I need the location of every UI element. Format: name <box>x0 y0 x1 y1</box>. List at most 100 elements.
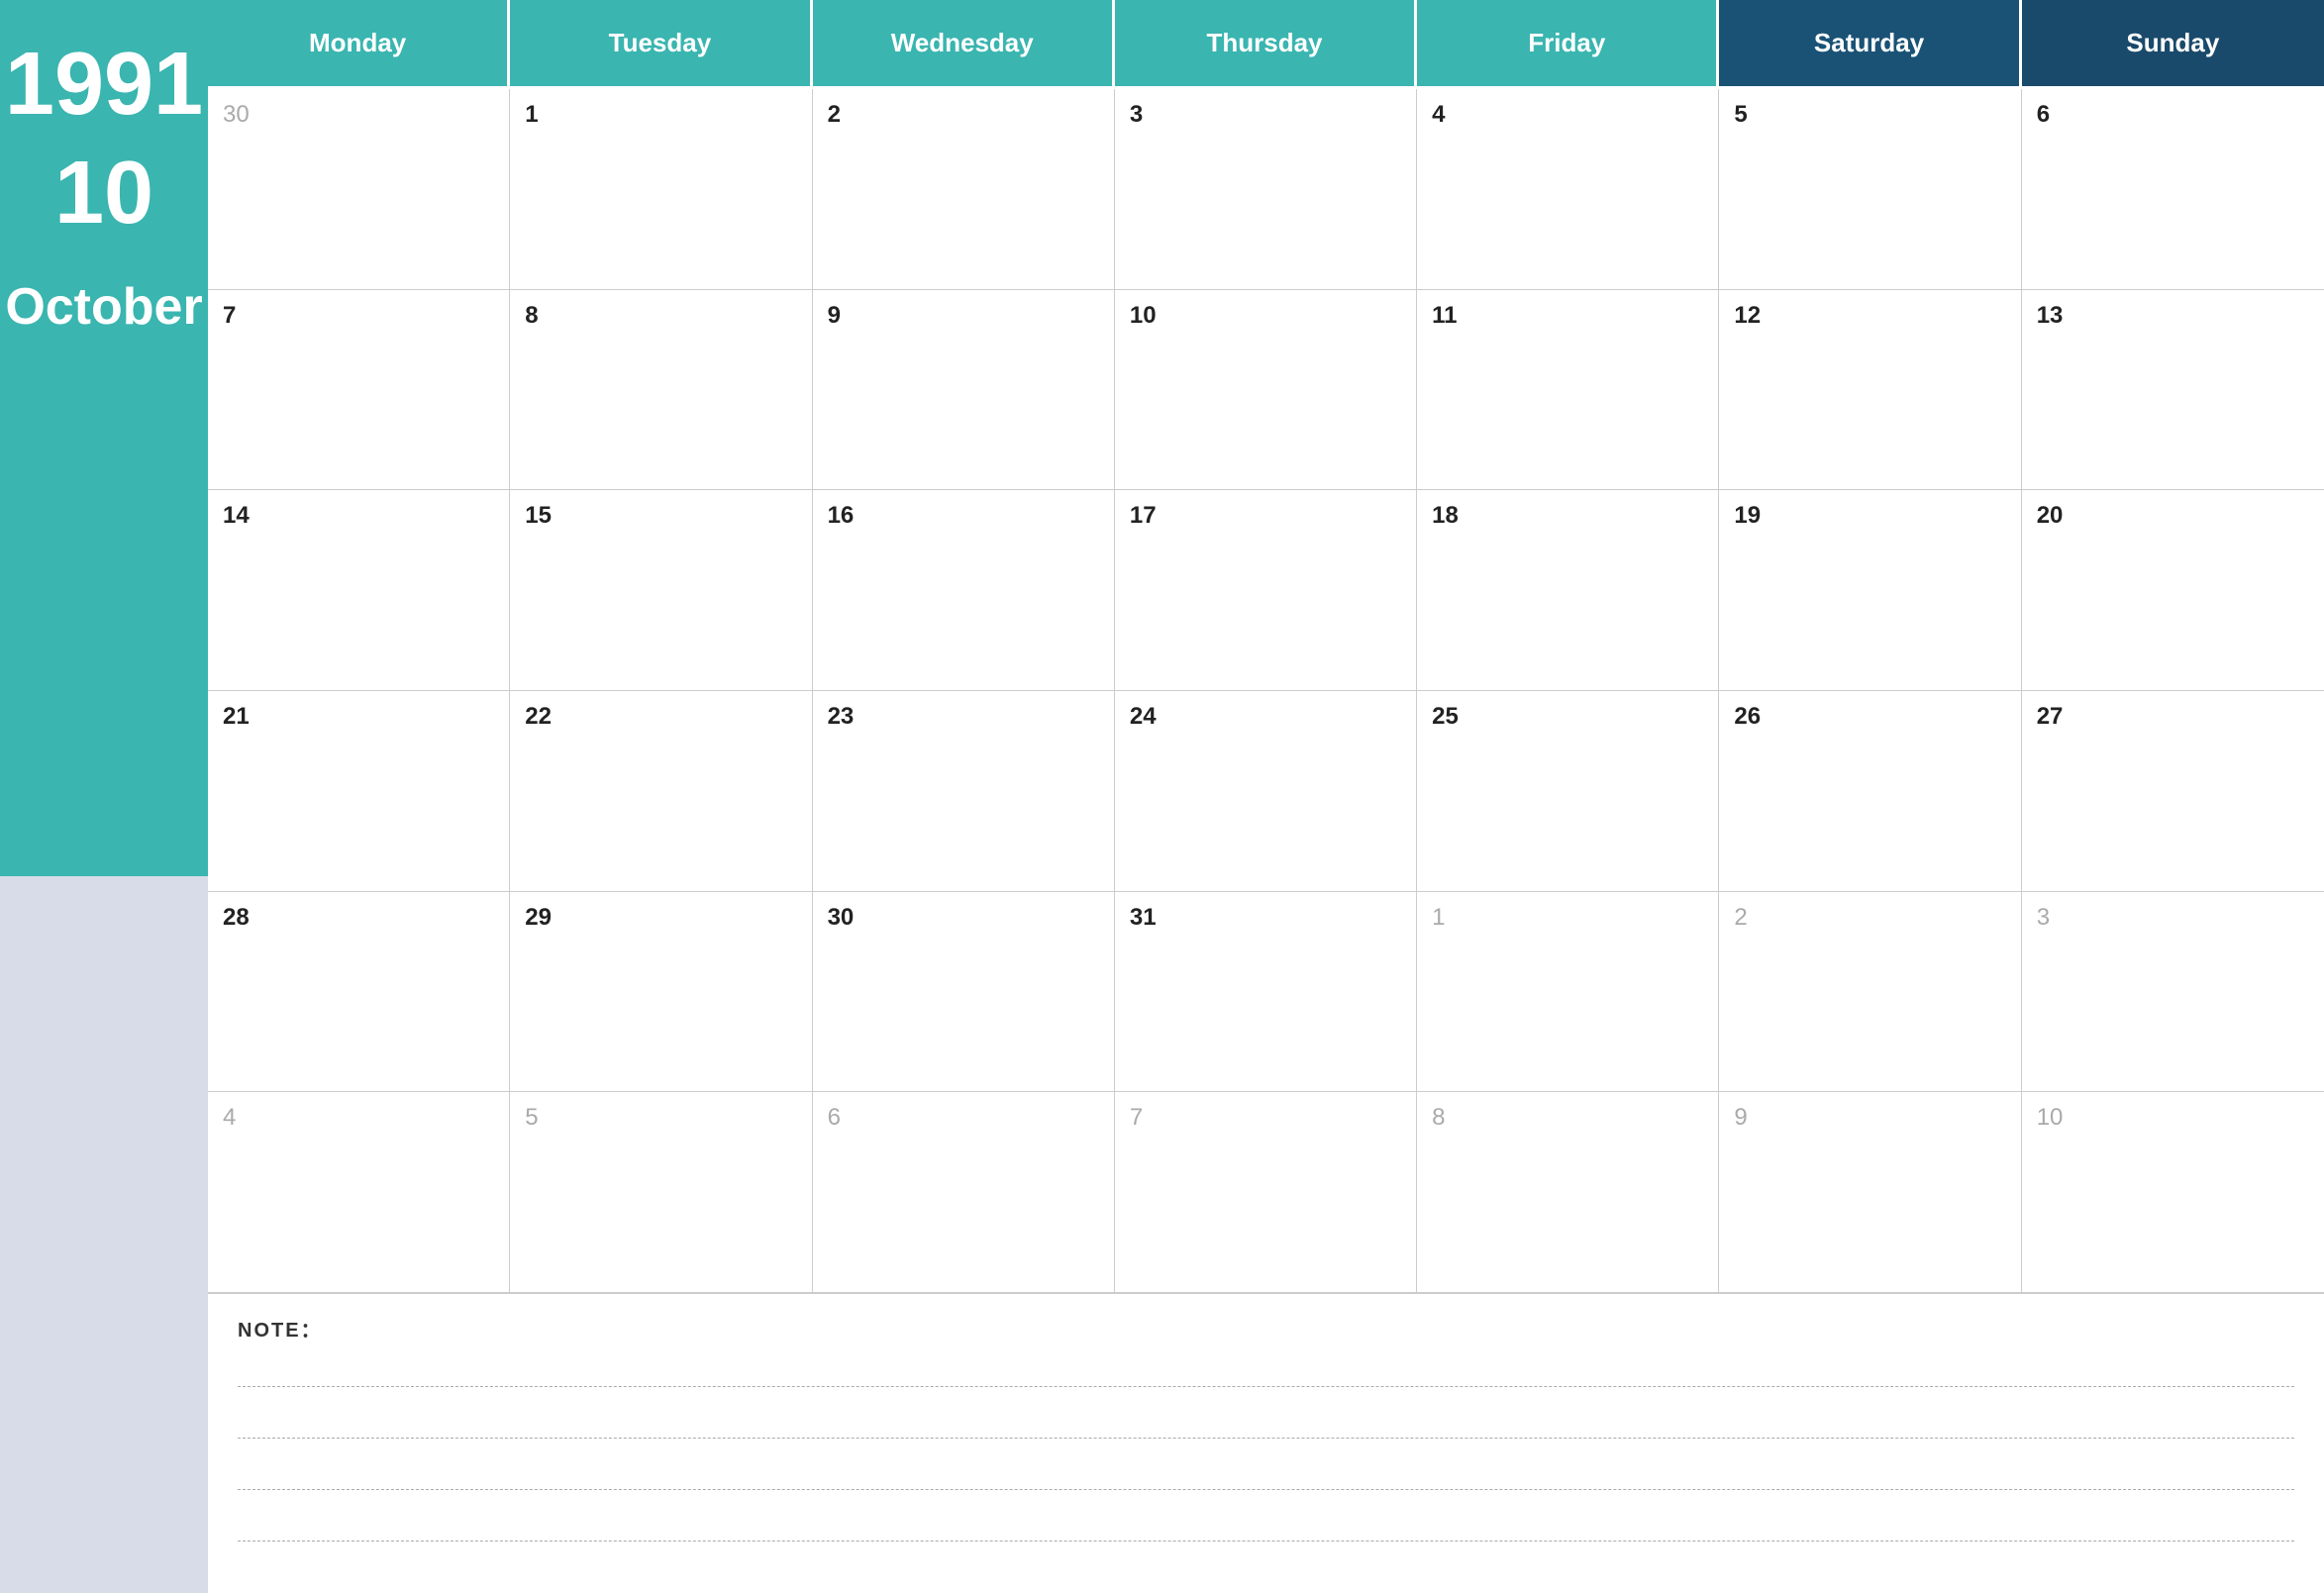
header-cell-saturday: Saturday <box>1719 0 2021 89</box>
day-cell[interactable]: 15 <box>510 490 812 691</box>
day-number: 9 <box>1734 1104 2005 1132</box>
day-number: 24 <box>1130 703 1401 731</box>
day-cell[interactable]: 9 <box>813 290 1115 491</box>
day-cell[interactable]: 21 <box>208 691 510 892</box>
day-cell[interactable]: 6 <box>813 1092 1115 1293</box>
day-cell[interactable]: 9 <box>1719 1092 2021 1293</box>
note-line-2 <box>238 1409 2294 1439</box>
day-cell[interactable]: 3 <box>1115 89 1417 290</box>
day-number: 21 <box>223 703 494 731</box>
day-number: 2 <box>1734 904 2005 932</box>
day-cell[interactable]: 7 <box>1115 1092 1417 1293</box>
day-number: 12 <box>1734 302 2005 330</box>
notes-section: NOTE： <box>208 1293 2324 1593</box>
day-number: 26 <box>1734 703 2005 731</box>
day-cell[interactable]: 5 <box>510 1092 812 1293</box>
day-cell[interactable]: 6 <box>2022 89 2324 290</box>
day-number: 30 <box>223 101 494 129</box>
day-number: 4 <box>223 1104 494 1132</box>
day-number: 1 <box>1432 904 1703 932</box>
day-cell[interactable]: 2 <box>1719 892 2021 1093</box>
day-number: 7 <box>1130 1104 1401 1132</box>
day-cell[interactable]: 1 <box>510 89 812 290</box>
day-cell[interactable]: 29 <box>510 892 812 1093</box>
day-number: 14 <box>223 502 494 530</box>
day-cell[interactable]: 11 <box>1417 290 1719 491</box>
day-cell[interactable]: 17 <box>1115 490 1417 691</box>
day-number: 4 <box>1432 101 1703 129</box>
day-cell[interactable]: 10 <box>1115 290 1417 491</box>
header-cell-thursday: Thursday <box>1115 0 1417 89</box>
note-line-4 <box>238 1512 2294 1542</box>
header-cell-tuesday: Tuesday <box>510 0 812 89</box>
day-number: 23 <box>828 703 1099 731</box>
day-number: 27 <box>2037 703 2309 731</box>
day-number: 15 <box>525 502 796 530</box>
day-cell[interactable]: 2 <box>813 89 1115 290</box>
calendar-grid: 3012345678910111213141516171819202122232… <box>208 89 2324 1293</box>
day-cell[interactable]: 5 <box>1719 89 2021 290</box>
day-cell[interactable]: 4 <box>208 1092 510 1293</box>
day-cell[interactable]: 30 <box>208 89 510 290</box>
day-number: 19 <box>1734 502 2005 530</box>
day-cell[interactable]: 30 <box>813 892 1115 1093</box>
month-number-label: 10 <box>54 149 153 238</box>
day-number: 10 <box>2037 1104 2309 1132</box>
day-number: 3 <box>2037 904 2309 932</box>
day-number: 13 <box>2037 302 2309 330</box>
day-cell[interactable]: 25 <box>1417 691 1719 892</box>
day-number: 6 <box>828 1104 1099 1132</box>
day-cell[interactable]: 16 <box>813 490 1115 691</box>
day-cell[interactable]: 26 <box>1719 691 2021 892</box>
day-cell[interactable]: 18 <box>1417 490 1719 691</box>
day-cell[interactable]: 7 <box>208 290 510 491</box>
day-cell[interactable]: 23 <box>813 691 1115 892</box>
month-name-label: October <box>5 277 202 337</box>
day-number: 17 <box>1130 502 1401 530</box>
day-cell[interactable]: 1 <box>1417 892 1719 1093</box>
day-cell[interactable]: 27 <box>2022 691 2324 892</box>
day-number: 8 <box>1432 1104 1703 1132</box>
calendar-sidebar: 1991 10 October <box>0 0 208 1593</box>
day-number: 18 <box>1432 502 1703 530</box>
day-cell[interactable]: 19 <box>1719 490 2021 691</box>
day-cell[interactable]: 8 <box>1417 1092 1719 1293</box>
note-line-1 <box>238 1357 2294 1387</box>
day-number: 28 <box>223 904 494 932</box>
day-number: 22 <box>525 703 796 731</box>
day-cell[interactable]: 28 <box>208 892 510 1093</box>
day-number: 31 <box>1130 904 1401 932</box>
day-cell[interactable]: 22 <box>510 691 812 892</box>
day-number: 1 <box>525 101 796 129</box>
day-cell[interactable]: 3 <box>2022 892 2324 1093</box>
header-cell-sunday: Sunday <box>2022 0 2324 89</box>
day-cell[interactable]: 8 <box>510 290 812 491</box>
year-label: 1991 <box>5 40 203 129</box>
day-number: 25 <box>1432 703 1703 731</box>
day-number: 6 <box>2037 101 2309 129</box>
day-number: 29 <box>525 904 796 932</box>
header-cell-friday: Friday <box>1417 0 1719 89</box>
day-cell[interactable]: 12 <box>1719 290 2021 491</box>
calendar-header: MondayTuesdayWednesdayThursdayFridaySatu… <box>208 0 2324 89</box>
day-number: 3 <box>1130 101 1401 129</box>
calendar-main: MondayTuesdayWednesdayThursdayFridaySatu… <box>208 0 2324 1593</box>
day-number: 10 <box>1130 302 1401 330</box>
day-cell[interactable]: 13 <box>2022 290 2324 491</box>
day-number: 30 <box>828 904 1099 932</box>
note-label: NOTE： <box>238 1314 2294 1343</box>
day-number: 20 <box>2037 502 2309 530</box>
day-cell[interactable]: 24 <box>1115 691 1417 892</box>
day-cell[interactable]: 10 <box>2022 1092 2324 1293</box>
day-number: 8 <box>525 302 796 330</box>
day-cell[interactable]: 31 <box>1115 892 1417 1093</box>
day-cell[interactable]: 14 <box>208 490 510 691</box>
day-number: 7 <box>223 302 494 330</box>
day-cell[interactable]: 4 <box>1417 89 1719 290</box>
day-number: 16 <box>828 502 1099 530</box>
calendar-container: 1991 10 October MondayTuesdayWednesdayTh… <box>0 0 2324 1593</box>
day-number: 5 <box>1734 101 2005 129</box>
day-cell[interactable]: 20 <box>2022 490 2324 691</box>
day-number: 2 <box>828 101 1099 129</box>
header-cell-wednesday: Wednesday <box>813 0 1115 89</box>
